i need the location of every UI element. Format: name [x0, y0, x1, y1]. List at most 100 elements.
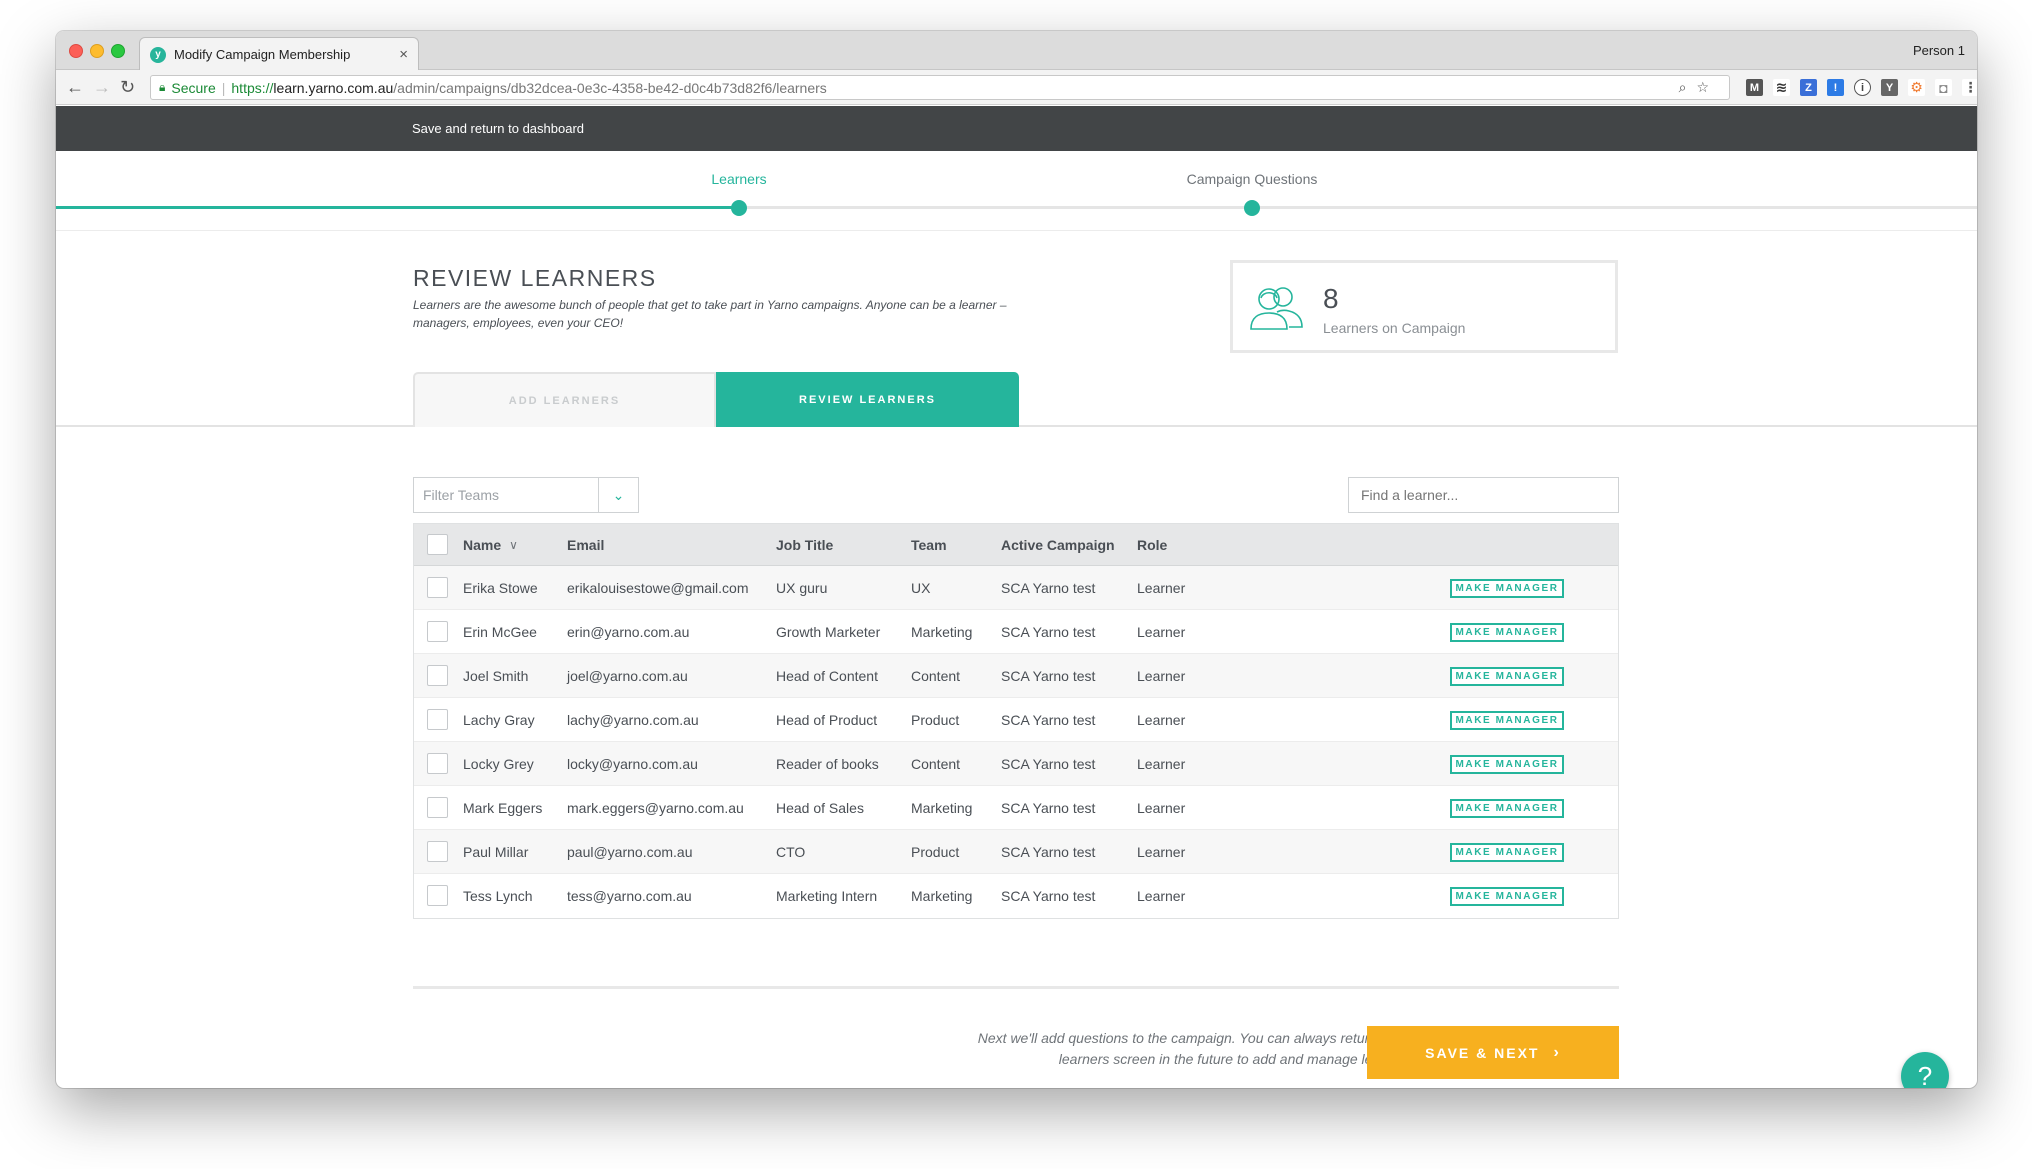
cell-name: Tess Lynch	[463, 888, 533, 904]
row-checkbox[interactable]	[427, 620, 448, 642]
cell-job: Growth Marketer	[776, 623, 881, 640]
progress-stepper: Learners Campaign Questions	[56, 151, 1977, 231]
table-header: Name ∨ Email Job Title Team Active Campai…	[414, 524, 1618, 566]
save-return-link[interactable]: Save and return to dashboard	[412, 121, 584, 136]
column-header-job-title[interactable]: Job Title	[776, 524, 833, 565]
learner-count-card: 8 Learners on Campaign	[1230, 260, 1618, 353]
step-questions-label[interactable]: Campaign Questions	[1187, 171, 1318, 187]
z-extension-icon[interactable]: Z	[1800, 79, 1817, 96]
make-manager-button[interactable]: MAKE MANAGER	[1450, 887, 1564, 906]
cell-team: Product	[911, 711, 960, 728]
footer-divider	[413, 986, 1619, 989]
save-next-label: SAVE & NEXT	[1425, 1044, 1540, 1061]
table-row: Tess Lynch tess@yarno.com.au Marketing Int…	[414, 874, 1618, 918]
column-header-role[interactable]: Role	[1137, 524, 1167, 565]
table-row: Joel Smith joel@yarno.com.au Head of Conte…	[414, 654, 1618, 698]
back-arrow-icon[interactable]: ←	[66, 77, 84, 98]
learners-table: Name ∨ Email Job Title Team Active Campai…	[413, 523, 1619, 919]
cell-name: Paul Millar	[463, 843, 529, 860]
tab-close-icon[interactable]: ×	[399, 46, 408, 63]
tab-title: Modify Campaign Membership	[174, 47, 351, 62]
column-header-name[interactable]: Name ∨	[463, 524, 518, 565]
hubspot-extension-icon[interactable]: ⚙	[1908, 79, 1925, 96]
step-learners-dot[interactable]	[731, 200, 747, 216]
step-questions-dot[interactable]	[1244, 200, 1260, 216]
extensions-bar: M ≋ Z ! i Y ⚙ ◘ ⋮	[1746, 79, 1977, 96]
make-manager-button[interactable]: MAKE MANAGER	[1450, 798, 1564, 818]
tab-add-learners[interactable]: ADD LEARNERS	[413, 372, 716, 427]
forward-arrow-icon[interactable]: →	[93, 77, 111, 98]
cell-team: Content	[911, 667, 961, 684]
url-scheme: https://	[231, 79, 274, 96]
step-learners-label[interactable]: Learners	[711, 171, 766, 187]
cell-team: UX	[911, 579, 931, 596]
cell-job: CTO	[776, 843, 806, 860]
zoom-icon[interactable]: ⌕	[1679, 79, 1697, 95]
reload-icon[interactable]: ↻	[120, 77, 135, 98]
info-extension-icon[interactable]: i	[1854, 79, 1871, 96]
gmail-extension-icon[interactable]: M	[1746, 79, 1763, 96]
sort-chevron-icon[interactable]: ∨	[509, 538, 518, 552]
zoom-window-button[interactable]	[111, 44, 125, 58]
find-learner-input[interactable]	[1348, 477, 1619, 513]
cell-campaign: SCA Yarno test	[1001, 623, 1096, 640]
chevron-down-icon[interactable]: ⌄	[598, 478, 638, 512]
save-next-button[interactable]: SAVE & NEXT ›	[1367, 1026, 1619, 1079]
select-all-checkbox[interactable]	[427, 533, 448, 555]
help-icon[interactable]: ?	[1901, 1052, 1949, 1088]
make-manager-button[interactable]: MAKE MANAGER	[1450, 710, 1564, 730]
row-checkbox[interactable]	[427, 708, 448, 730]
url-host: learn.yarno.com.au	[273, 79, 394, 96]
y-extension-icon[interactable]: Y	[1881, 79, 1898, 96]
row-checkbox[interactable]	[427, 752, 448, 774]
cell-campaign: SCA Yarno test	[1001, 579, 1096, 596]
make-manager-button[interactable]: MAKE MANAGER	[1450, 578, 1564, 598]
address-separator: |	[221, 79, 226, 96]
cell-email: mark.eggers@yarno.com.au	[567, 799, 744, 816]
cell-job: UX guru	[776, 579, 828, 596]
cell-team: Content	[911, 755, 961, 772]
tab-review-learners[interactable]: REVIEW LEARNERS	[716, 372, 1019, 427]
footer-note: Next we'll add questions to the campaign…	[916, 1028, 1416, 1070]
alert-extension-icon[interactable]: !	[1827, 79, 1844, 96]
stepper-track-complete	[56, 206, 739, 209]
cell-role: Learner	[1137, 623, 1186, 640]
row-checkbox[interactable]	[427, 576, 448, 598]
url-path: /admin/campaigns/db32dcea-0e3c-4358-be42…	[393, 79, 827, 96]
cell-job: Marketing Intern	[776, 888, 878, 904]
bookmark-star-icon[interactable]: ☆	[1696, 79, 1719, 95]
make-manager-button[interactable]: MAKE MANAGER	[1450, 754, 1564, 774]
column-header-team[interactable]: Team	[911, 524, 947, 565]
make-manager-button[interactable]: MAKE MANAGER	[1450, 622, 1564, 642]
filter-teams-select[interactable]: Filter Teams ⌄	[413, 477, 639, 513]
cell-campaign: SCA Yarno test	[1001, 667, 1096, 684]
column-header-active-campaign[interactable]: Active Campaign	[1001, 524, 1115, 565]
menu-kebab-icon[interactable]: ⋮	[1962, 79, 1977, 96]
row-checkbox[interactable]	[427, 664, 448, 686]
make-manager-button[interactable]: MAKE MANAGER	[1450, 842, 1564, 862]
minimize-window-button[interactable]	[90, 44, 104, 58]
cell-role: Learner	[1137, 711, 1186, 728]
profile-name[interactable]: Person 1	[1913, 43, 1965, 58]
cell-email: erin@yarno.com.au	[567, 623, 690, 640]
table-row: Mark Eggers mark.eggers@yarno.com.au Head …	[414, 786, 1618, 830]
cell-role: Learner	[1137, 755, 1186, 772]
row-checkbox[interactable]	[427, 840, 448, 862]
row-checkbox[interactable]	[427, 885, 448, 906]
cell-role: Learner	[1137, 667, 1186, 684]
cell-team: Marketing	[911, 623, 973, 640]
browser-tab[interactable]: y Modify Campaign Membership ×	[139, 37, 419, 71]
row-checkbox[interactable]	[427, 796, 448, 818]
close-window-button[interactable]	[69, 44, 83, 58]
camera-extension-icon[interactable]: ◘	[1935, 79, 1952, 96]
cell-role: Learner	[1137, 579, 1186, 596]
column-header-email[interactable]: Email	[567, 524, 604, 565]
make-manager-button[interactable]: MAKE MANAGER	[1450, 666, 1564, 686]
cell-email: locky@yarno.com.au	[567, 755, 698, 772]
address-bar[interactable]: 🔒︎ Secure | https:// learn.yarno.com.au …	[150, 75, 1730, 100]
cell-team: Marketing	[911, 888, 973, 904]
buffer-extension-icon[interactable]: ≋	[1773, 79, 1790, 96]
cell-name: Locky Grey	[463, 755, 534, 772]
filter-teams-placeholder: Filter Teams	[423, 487, 499, 503]
cell-name: Joel Smith	[463, 667, 529, 684]
